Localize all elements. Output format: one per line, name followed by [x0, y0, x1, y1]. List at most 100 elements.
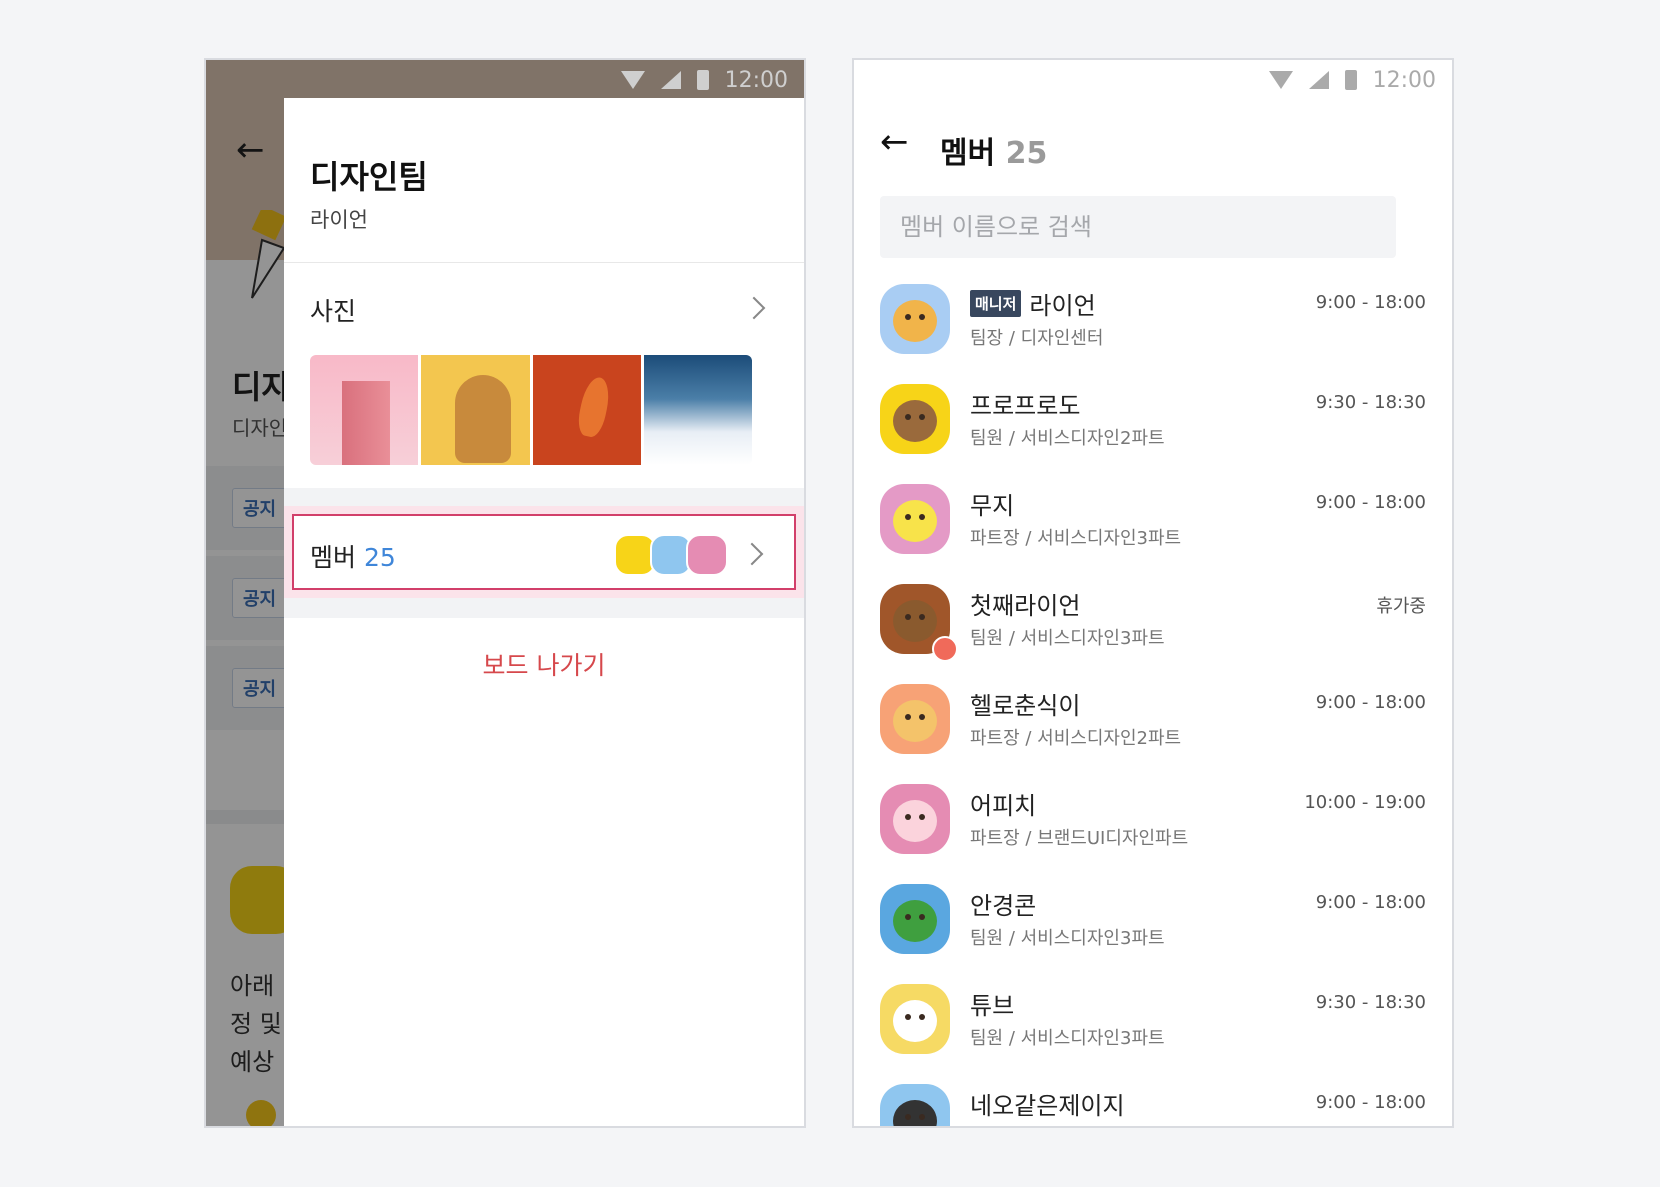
section-gap	[284, 598, 804, 618]
search-input[interactable]	[880, 196, 1396, 258]
avatar	[880, 884, 950, 954]
member-work-time: 10:00 - 19:00	[1304, 792, 1426, 813]
avatar	[880, 384, 950, 454]
chevron-right-icon	[740, 542, 764, 566]
signal-icon	[1308, 71, 1329, 89]
avatar	[880, 1084, 950, 1126]
avatar-face	[893, 400, 937, 442]
avatar-face	[893, 300, 937, 342]
avatar-face	[893, 1000, 937, 1042]
member-role: 파트장 / 브랜드UI디자인파트	[970, 828, 1189, 849]
drawer-title: 디자인팀	[310, 158, 428, 196]
avatar	[686, 534, 728, 576]
leave-board-button[interactable]: 보드 나가기	[284, 646, 804, 682]
left-screen: ← 디자 디자인 공지 공지 공지 아래 정 및 예상 12:00 디자인팀 라…	[204, 58, 806, 1128]
member-row[interactable]: 멤버 25	[292, 514, 796, 590]
avatar-face	[893, 900, 937, 942]
status-bar: 12:00	[854, 60, 1452, 100]
avatar-face	[893, 600, 937, 642]
battery-icon	[696, 70, 709, 90]
member-name: 안경콘	[970, 892, 1037, 920]
member-work-time: 9:30 - 18:30	[1315, 392, 1426, 413]
page-title: 멤버 25	[940, 136, 1048, 171]
manager-badge: 매니저	[970, 290, 1022, 317]
member-list-item[interactable]: 튜브팀원 / 서비스디자인3파트 9:30 - 18:30	[880, 984, 1426, 1084]
member-list-item[interactable]: 프로프로도팀원 / 서비스디자인2파트 9:30 - 18:30	[880, 384, 1426, 484]
member-name-row: 어피치	[970, 786, 1036, 821]
status-bar: 12:00	[206, 60, 804, 100]
avatar	[880, 284, 950, 354]
member-role: 팀원 / 서비스디자인3파트	[970, 928, 1165, 949]
member-name-row: 튜브	[970, 986, 1014, 1021]
member-list: 매니저 라이언팀장 / 디자인센터 9:00 - 18:00 프로프로도팀원 / 서비…	[880, 284, 1426, 1126]
member-list-item[interactable]: 안경콘팀원 / 서비스디자인3파트 9:00 - 18:00	[880, 884, 1426, 984]
member-name-row: 네오같은제이지	[970, 1086, 1125, 1121]
member-name: 튜브	[970, 992, 1015, 1020]
member-count: 25	[1005, 136, 1048, 171]
member-name-row: 첫째라이언	[970, 586, 1080, 621]
member-name: 네오같은제이지	[970, 1092, 1125, 1120]
right-screen: 12:00 ← 멤버 25 매니저 라이언팀장 / 디자인센터 9:00 - 18:…	[852, 58, 1454, 1128]
status-time: 12:00	[1372, 67, 1436, 93]
avatar	[880, 984, 950, 1054]
divider	[284, 262, 804, 263]
signal-icon	[660, 71, 681, 89]
member-name-row: 무지	[970, 486, 1014, 521]
avatar-face	[893, 800, 937, 842]
member-work-time: 9:00 - 18:00	[1315, 692, 1426, 713]
avatar-face	[893, 1100, 937, 1126]
avatar	[880, 784, 950, 854]
photo-thumbnail[interactable]	[643, 355, 752, 465]
member-work-time: 9:00 - 18:00	[1315, 492, 1426, 513]
member-avatars	[614, 534, 728, 576]
member-role: 팀원 / 서비스디자인2파트	[970, 428, 1165, 449]
member-name: 무지	[970, 492, 1015, 520]
member-role: 팀원 / 서비스디자인3파트	[970, 1028, 1165, 1049]
member-list-item[interactable]: 네오같은제이지 9:00 - 18:00	[880, 1084, 1426, 1126]
member-work-time: 9:00 - 18:00	[1315, 1092, 1426, 1113]
member-work-time: 9:00 - 18:00	[1315, 892, 1426, 913]
member-name: 첫째라이언	[970, 592, 1081, 620]
member-name: 헬로춘식이	[970, 692, 1081, 720]
member-name-row: 헬로춘식이	[970, 686, 1080, 721]
wifi-icon	[1268, 71, 1293, 89]
member-list-item[interactable]: 매니저 라이언팀장 / 디자인센터 9:00 - 18:00	[880, 284, 1426, 384]
section-gap	[284, 488, 804, 506]
avatar-face	[893, 500, 937, 542]
member-role: 파트장 / 서비스디자인3파트	[970, 528, 1182, 549]
avatar-face	[893, 700, 937, 742]
member-name-row: 안경콘	[970, 886, 1036, 921]
member-work-time: 9:00 - 18:00	[1315, 292, 1426, 313]
photo-thumbnail[interactable]	[421, 355, 530, 465]
vacation-badge-icon	[932, 636, 958, 662]
member-name: 라이언	[1029, 292, 1096, 320]
wifi-icon	[620, 71, 645, 89]
back-arrow-icon[interactable]: ←	[880, 122, 909, 162]
drawer-owner: 라이언	[310, 208, 368, 232]
member-role: 파트장 / 서비스디자인2파트	[970, 728, 1182, 749]
member-work-time: 9:30 - 18:30	[1315, 992, 1426, 1013]
member-list-item[interactable]: 무지파트장 / 서비스디자인3파트 9:00 - 18:00	[880, 484, 1426, 584]
status-time: 12:00	[724, 67, 788, 93]
member-name: 어피치	[970, 792, 1037, 820]
photo-thumbnail[interactable]	[532, 355, 641, 465]
member-name-row: 프로프로도	[970, 386, 1080, 421]
board-drawer: 디자인팀 라이언 사진 멤버 25 보드 나가기	[284, 98, 804, 1126]
photos-label[interactable]: 사진	[310, 292, 356, 328]
member-list-item[interactable]: 헬로춘식이파트장 / 서비스디자인2파트 9:00 - 18:00	[880, 684, 1426, 784]
member-list-item[interactable]: 어피치파트장 / 브랜드UI디자인파트 10:00 - 19:00	[880, 784, 1426, 884]
member-name: 프로프로도	[970, 392, 1081, 420]
photo-thumbnail[interactable]	[310, 355, 419, 465]
member-role: 팀원 / 서비스디자인3파트	[970, 628, 1165, 649]
avatar	[880, 484, 950, 554]
member-work-time: 휴가중	[1376, 596, 1426, 617]
member-role: 팀장 / 디자인센터	[970, 328, 1104, 349]
member-name-row: 매니저 라이언	[970, 286, 1096, 321]
battery-icon	[1344, 70, 1357, 90]
member-label: 멤버 25	[310, 543, 396, 572]
member-count: 25	[363, 543, 396, 572]
chevron-right-icon[interactable]	[742, 296, 766, 320]
avatar	[880, 684, 950, 754]
photo-strip	[310, 355, 752, 465]
member-list-item[interactable]: 첫째라이언팀원 / 서비스디자인3파트 휴가중	[880, 584, 1426, 684]
